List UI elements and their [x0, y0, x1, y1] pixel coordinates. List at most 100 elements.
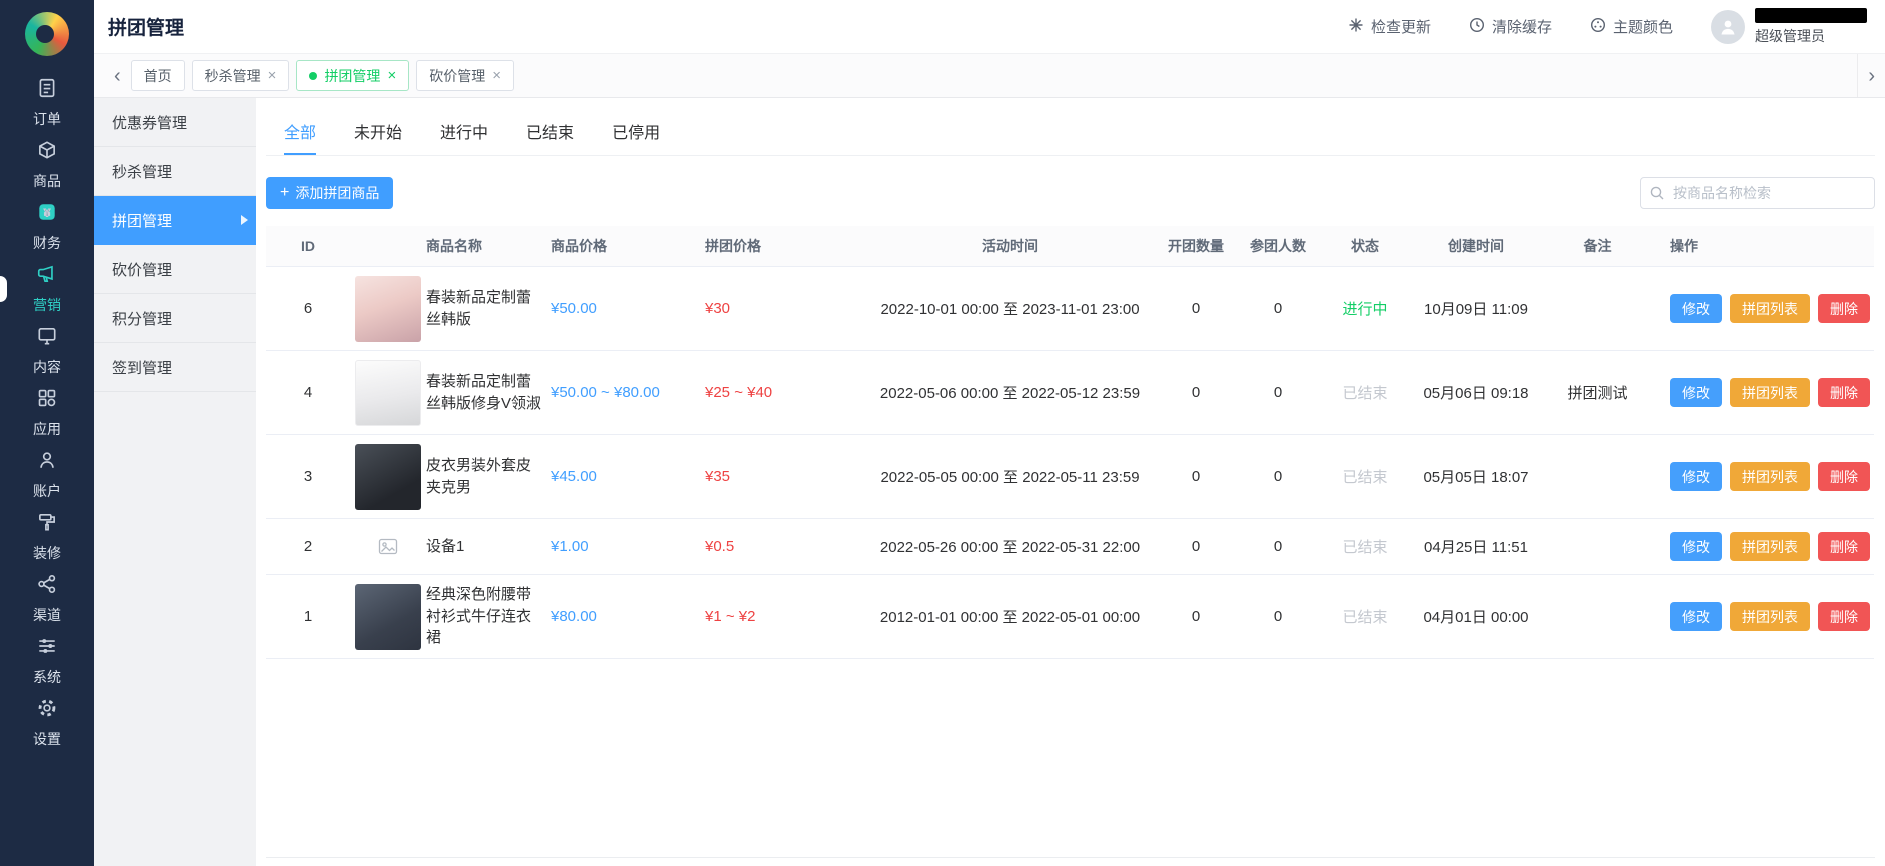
header-actions: 检查更新 清除缓存 主题颜色 超级管理员	[1348, 8, 1867, 46]
sidebar-item-label: 商品	[33, 171, 61, 191]
close-icon[interactable]: ×	[268, 68, 277, 83]
table-header: ID 商品名称 商品价格 拼团价格 活动时间 开团数量 参团人数 状态 创建时间…	[266, 226, 1874, 267]
cell-open-count: 0	[1155, 538, 1237, 555]
group-list-button[interactable]: 拼团列表	[1730, 462, 1810, 491]
marketing-submenu: 优惠券管理 秒杀管理 拼团管理 砍价管理 积分管理 签到管理	[94, 98, 256, 866]
cell-group-price: ¥25 ~ ¥40	[705, 384, 865, 401]
delete-button[interactable]: 删除	[1818, 294, 1870, 323]
col-join-count: 参团人数	[1237, 236, 1319, 256]
status-badge: 已结束	[1319, 606, 1411, 627]
filter-tab-disabled[interactable]: 已停用	[612, 119, 660, 155]
delete-button[interactable]: 删除	[1818, 462, 1870, 491]
submenu-item-groupbuy[interactable]: 拼团管理	[94, 196, 256, 245]
clear-cache-button[interactable]: 清除缓存	[1469, 16, 1552, 37]
filter-tab-running[interactable]: 进行中	[440, 119, 488, 155]
sidebar-item-label: 财务	[33, 233, 61, 253]
delete-button[interactable]: 删除	[1818, 378, 1870, 407]
col-id: ID	[266, 238, 350, 254]
filter-tab-notstarted[interactable]: 未开始	[354, 119, 402, 155]
filter-tab-all[interactable]: 全部	[284, 119, 316, 155]
edit-button[interactable]: 修改	[1670, 462, 1722, 491]
delete-button[interactable]: 删除	[1818, 602, 1870, 631]
cell-price: ¥50.00	[551, 300, 705, 317]
search-icon	[1649, 185, 1665, 201]
sidebar-item-label: 内容	[33, 357, 61, 377]
group-list-button[interactable]: 拼团列表	[1730, 602, 1810, 631]
cell-name: 设备1	[426, 536, 551, 558]
submenu-item-coupon[interactable]: 优惠券管理	[94, 98, 256, 147]
filter-tab-ended[interactable]: 已结束	[526, 119, 574, 155]
user-phone-redacted	[1755, 8, 1867, 23]
tab-bargain[interactable]: 砍价管理 ×	[416, 60, 514, 91]
cell-id: 1	[266, 608, 350, 625]
cell-group-price: ¥30	[705, 300, 865, 317]
product-image	[355, 360, 421, 426]
sidebar-item-decorate[interactable]: 装修	[0, 506, 94, 568]
edit-button[interactable]: 修改	[1670, 602, 1722, 631]
tab-home[interactable]: 首页	[131, 60, 185, 91]
tab-groupbuy[interactable]: 拼团管理 ×	[296, 60, 409, 91]
sidebar-item-apps[interactable]: 应用	[0, 382, 94, 444]
sidebar-item-marketing[interactable]: 营销	[0, 258, 94, 320]
submenu-item-signin[interactable]: 签到管理	[94, 343, 256, 392]
edit-button[interactable]: 修改	[1670, 532, 1722, 561]
sidebar-item-goods[interactable]: 商品	[0, 134, 94, 196]
cell-actions: 修改 拼团列表 删除	[1654, 602, 1874, 631]
svg-text:¥: ¥	[44, 207, 51, 219]
col-remark: 备注	[1541, 236, 1654, 256]
check-update-button[interactable]: 检查更新	[1348, 16, 1431, 37]
cell-open-count: 0	[1155, 608, 1237, 625]
cell-created: 04月01日 00:00	[1411, 606, 1541, 627]
sidebar-item-settings[interactable]: 设置	[0, 692, 94, 754]
sidebar-item-account[interactable]: 账户	[0, 444, 94, 506]
cell-group-price: ¥35	[705, 468, 865, 485]
content-area: 全部 未开始 进行中 已结束 已停用 + 添加拼团商品	[256, 98, 1885, 866]
sidebar-item-label: 设置	[33, 729, 61, 749]
tabs-scroll-left-icon[interactable]: ‹	[104, 66, 131, 86]
tab-seckill[interactable]: 秒杀管理 ×	[192, 60, 290, 91]
cell-time: 2022-10-01 00:00 至 2023-11-01 23:00	[865, 298, 1155, 319]
sidebar-item-system[interactable]: 系统	[0, 630, 94, 692]
edit-button[interactable]: 修改	[1670, 294, 1722, 323]
cell-group-price: ¥0.5	[705, 538, 865, 555]
channel-icon	[36, 573, 58, 600]
sidebar-item-channel[interactable]: 渠道	[0, 568, 94, 630]
submenu-item-points[interactable]: 积分管理	[94, 294, 256, 343]
finance-icon: ¥	[36, 201, 58, 228]
search-input[interactable]	[1640, 177, 1875, 209]
add-groupbuy-product-button[interactable]: + 添加拼团商品	[266, 177, 393, 209]
cell-id: 3	[266, 468, 350, 485]
group-list-button[interactable]: 拼团列表	[1730, 532, 1810, 561]
cell-id: 6	[266, 300, 350, 317]
search-box	[1640, 177, 1875, 209]
submenu-item-bargain[interactable]: 砍价管理	[94, 245, 256, 294]
sidebar-item-content[interactable]: 内容	[0, 320, 94, 382]
cell-id: 4	[266, 384, 350, 401]
table-row: 4 春装新品定制蕾丝韩版修身V领淑 ¥50.00 ~ ¥80.00 ¥25 ~ …	[266, 351, 1874, 435]
cell-join-count: 0	[1237, 538, 1319, 555]
submenu-item-seckill[interactable]: 秒杀管理	[94, 147, 256, 196]
tabs-scroll-right-icon[interactable]: ›	[1857, 54, 1885, 97]
theme-color-button[interactable]: 主题颜色	[1590, 16, 1673, 37]
main-sidebar: 订单 商品 ¥ 财务 营销 内容 应用 账户 装修	[0, 0, 94, 866]
sidebar-item-label: 渠道	[33, 605, 61, 625]
group-list-button[interactable]: 拼团列表	[1730, 294, 1810, 323]
user-role: 超级管理员	[1755, 26, 1867, 46]
cell-open-count: 0	[1155, 384, 1237, 401]
edit-button[interactable]: 修改	[1670, 378, 1722, 407]
close-icon[interactable]: ×	[492, 68, 501, 83]
delete-button[interactable]: 删除	[1818, 532, 1870, 561]
cell-time: 2012-01-01 00:00 至 2022-05-01 00:00	[865, 606, 1155, 627]
cell-actions: 修改 拼团列表 删除	[1654, 532, 1874, 561]
group-list-button[interactable]: 拼团列表	[1730, 378, 1810, 407]
cell-name: 春装新品定制蕾丝韩版修身V领淑	[426, 371, 551, 415]
top-header: 拼团管理 检查更新 清除缓存 主题颜色	[94, 0, 1885, 54]
cell-created: 05月06日 09:18	[1411, 382, 1541, 403]
user-menu[interactable]: 超级管理员	[1711, 8, 1867, 46]
sidebar-item-orders[interactable]: 订单	[0, 72, 94, 134]
col-created: 创建时间	[1411, 236, 1541, 256]
main-panel: 拼团管理 检查更新 清除缓存 主题颜色	[94, 0, 1885, 866]
sidebar-item-finance[interactable]: ¥ 财务	[0, 196, 94, 258]
close-icon[interactable]: ×	[387, 68, 396, 83]
app-root: 订单 商品 ¥ 财务 营销 内容 应用 账户 装修	[0, 0, 1885, 866]
